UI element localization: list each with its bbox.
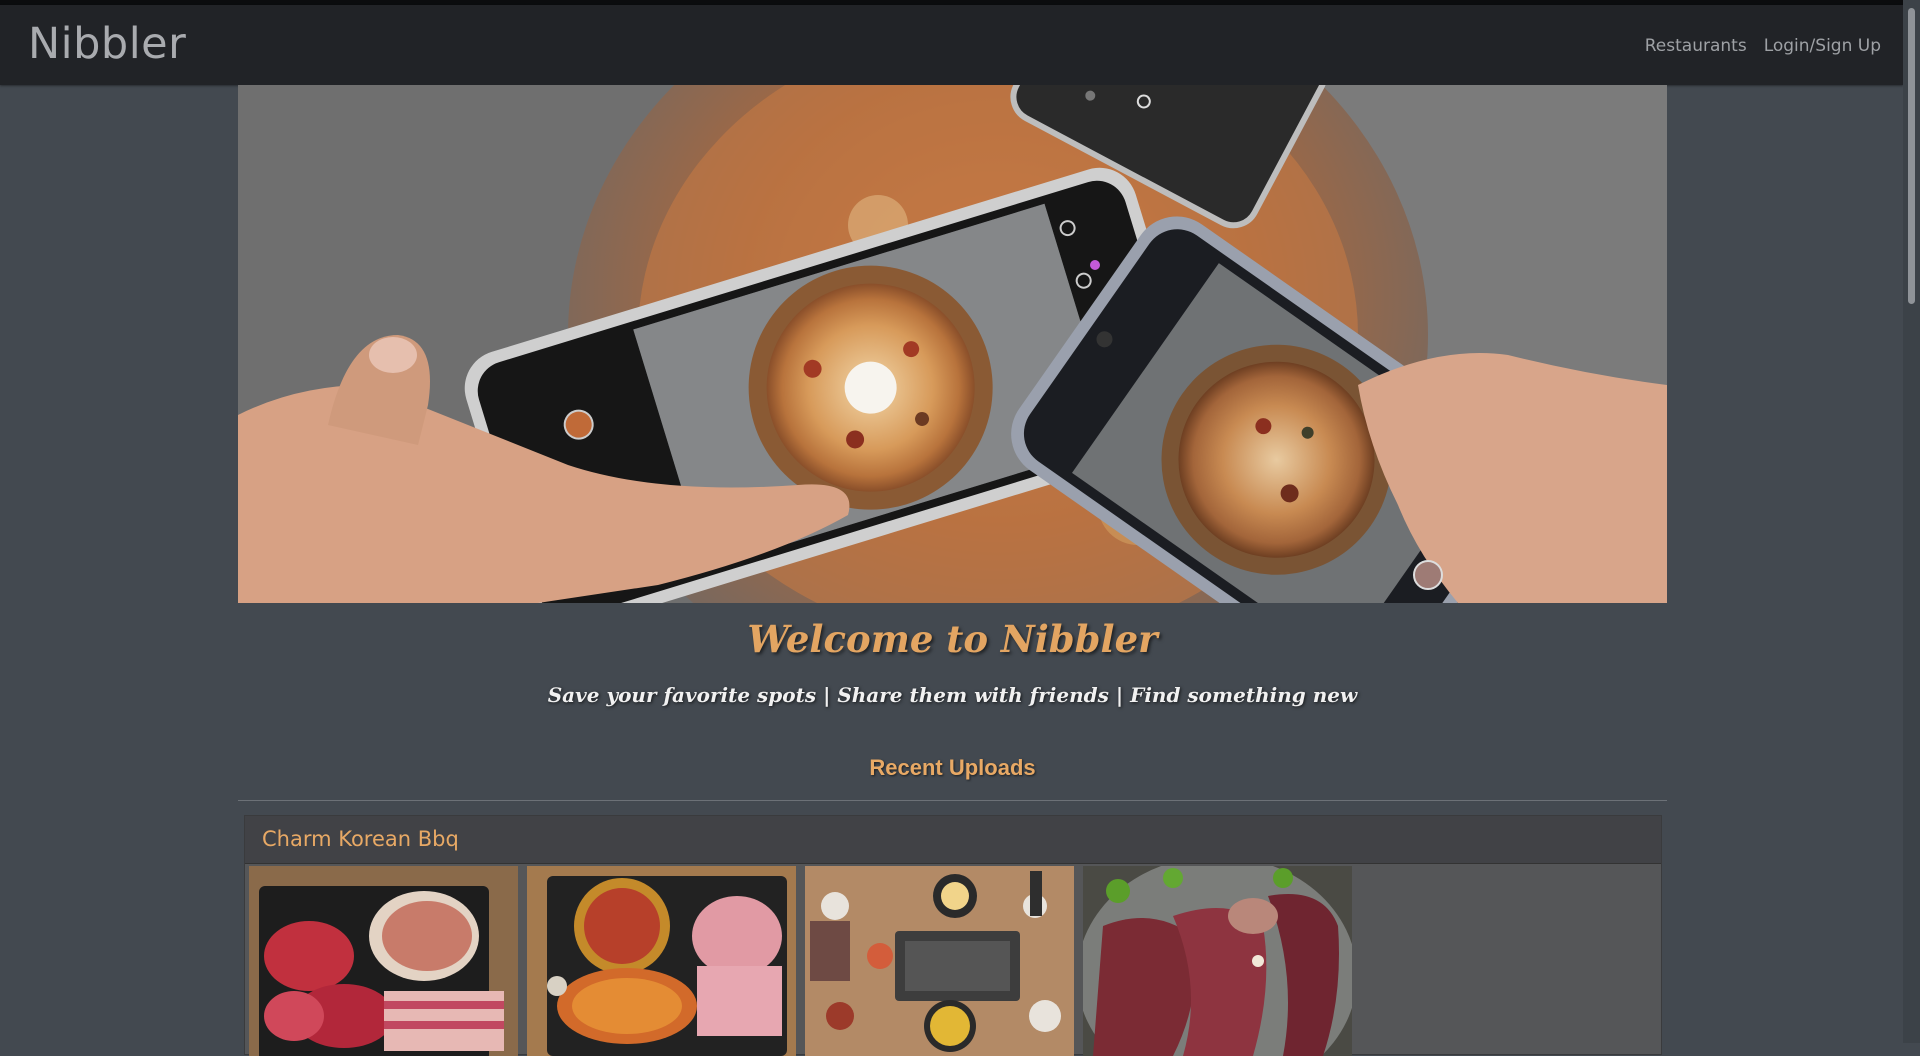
restaurant-photo[interactable] xyxy=(1083,866,1352,1056)
restaurant-name-link[interactable]: Charm Korean Bbq xyxy=(262,827,459,851)
section-divider xyxy=(238,800,1667,801)
nav-links: Restaurants Login/Sign Up xyxy=(1645,36,1881,56)
page-scrollbar[interactable] xyxy=(1903,0,1920,1043)
restaurant-photo[interactable] xyxy=(527,866,796,1056)
restaurant-card-header: Charm Korean Bbq xyxy=(245,816,1661,864)
scrollbar-thumb[interactable] xyxy=(1908,8,1915,304)
navbar: Nibbler Restaurants Login/Sign Up xyxy=(0,5,1903,85)
hero-image xyxy=(238,85,1667,603)
nav-link-restaurants[interactable]: Restaurants xyxy=(1645,36,1747,56)
welcome-title: Welcome to Nibbler xyxy=(747,617,1158,661)
restaurant-card: Charm Korean Bbq xyxy=(244,815,1662,1056)
welcome-tagline: Save your favorite spots | Share them wi… xyxy=(547,683,1358,707)
restaurant-photos xyxy=(249,866,1352,1056)
brand-logo[interactable]: Nibbler xyxy=(28,19,186,69)
restaurant-photo[interactable] xyxy=(805,866,1074,1056)
nav-link-login-signup[interactable]: Login/Sign Up xyxy=(1764,36,1881,56)
restaurant-photo[interactable] xyxy=(249,866,518,1056)
recent-uploads-heading: Recent Uploads xyxy=(869,755,1036,780)
